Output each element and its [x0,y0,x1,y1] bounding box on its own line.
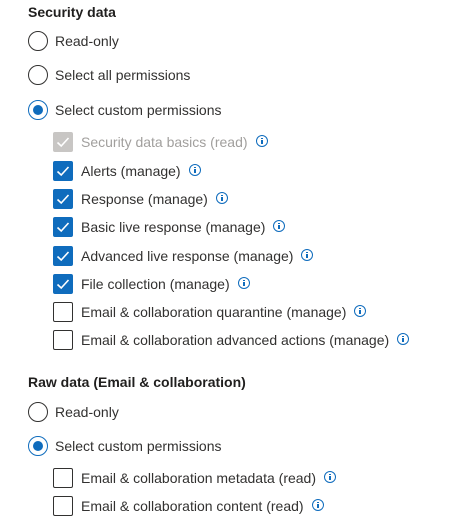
info-icon[interactable] [354,304,367,317]
checkbox-label: Response (manage) [81,191,208,207]
checkbox-label: Email & collaboration advanced actions (… [81,332,390,348]
checkbox-file-collection[interactable]: File collection (manage) [53,272,250,296]
checkbox-email-collab-metadata[interactable]: Email & collaboration metadata (read) [53,466,337,490]
checkbox-basic-live-response[interactable]: Basic live response (manage) [53,215,286,239]
checkbox-label: Email & collaboration quarantine (manage… [81,304,347,320]
checkbox-label: Email & collaboration metadata (read) [81,470,317,486]
info-icon[interactable] [301,248,314,261]
info-icon[interactable] [215,191,228,204]
checkbox-label: Alerts (manage) [81,163,181,179]
checkbox-unchecked[interactable] [53,302,73,322]
checkbox-unchecked[interactable] [53,330,73,350]
radio-label: Read-only [55,33,119,49]
radio-button[interactable] [28,402,48,422]
checkbox-response-manage[interactable]: Response (manage) [53,187,228,211]
radio-label: Select custom permissions [55,438,222,454]
radio-option-select-all[interactable]: Select all permissions [28,63,190,87]
raw-radio-option-read-only[interactable]: Read-only [28,400,119,424]
radio-label: Select all permissions [55,67,191,83]
checkbox-checked[interactable] [53,189,73,209]
info-icon[interactable] [188,163,201,176]
checkbox-email-collab-content[interactable]: Email & collaboration content (read) [53,494,324,518]
info-icon[interactable] [324,470,337,483]
checkbox-advanced-live-response[interactable]: Advanced live response (manage) [53,244,314,268]
checkbox-checked[interactable] [53,161,73,181]
checkbox-checked[interactable] [53,217,73,237]
radio-label: Read-only [55,404,119,420]
radio-button[interactable] [28,31,48,51]
radio-label: Select custom permissions [55,102,222,118]
checkbox-disabled [53,132,73,152]
radio-option-select-custom[interactable]: Select custom permissions [28,98,222,122]
checkbox-security-data-basics: Security data basics (read) [53,130,268,154]
radio-button-selected[interactable] [28,100,48,120]
radio-button[interactable] [28,65,48,85]
raw-data-heading: Raw data (Email & collaboration) [28,374,246,390]
checkbox-email-collab-quarantine[interactable]: Email & collaboration quarantine (manage… [53,300,367,324]
raw-radio-option-select-custom[interactable]: Select custom permissions [28,434,222,458]
checkbox-checked[interactable] [53,246,73,266]
info-icon[interactable] [255,134,268,147]
checkbox-label: Advanced live response (manage) [81,248,294,264]
checkbox-label: Email & collaboration content (read) [81,498,304,514]
checkbox-unchecked[interactable] [53,496,73,516]
checkbox-label: Basic live response (manage) [81,219,266,235]
security-data-heading: Security data [28,4,116,20]
info-icon[interactable] [311,498,324,511]
checkbox-alerts-manage[interactable]: Alerts (manage) [53,159,201,183]
checkbox-label: Security data basics (read) [81,134,248,150]
info-icon[interactable] [273,219,286,232]
checkbox-unchecked[interactable] [53,468,73,488]
radio-button-selected[interactable] [28,436,48,456]
radio-option-read-only[interactable]: Read-only [28,29,119,53]
info-icon[interactable] [397,332,410,345]
info-icon[interactable] [237,276,250,289]
checkbox-label: File collection (manage) [81,276,230,292]
checkbox-email-collab-advanced-actions[interactable]: Email & collaboration advanced actions (… [53,328,410,352]
checkbox-checked[interactable] [53,274,73,294]
